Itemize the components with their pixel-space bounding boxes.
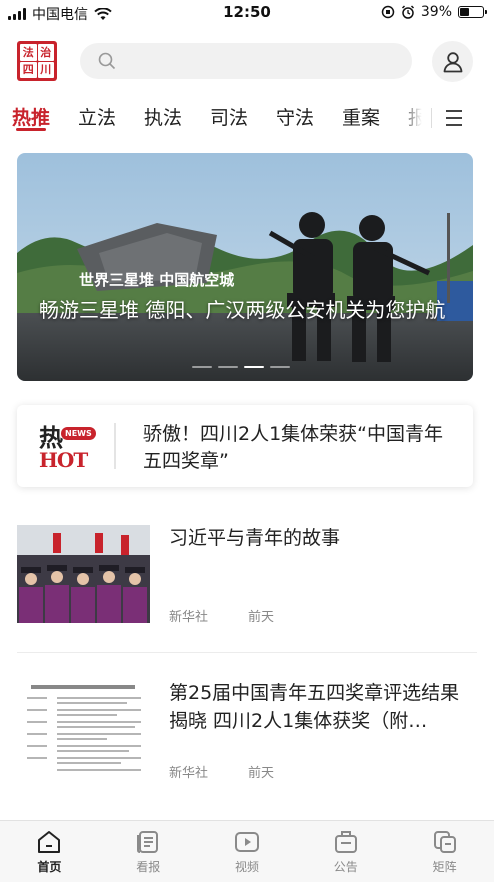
news-time: 前天 xyxy=(248,610,275,625)
hot-news-headline[interactable]: 骄傲！四川2人1集体荣获“中国青年五四奖章” xyxy=(143,421,453,475)
alarm-icon xyxy=(401,5,414,19)
search-icon xyxy=(98,52,116,70)
search-input[interactable] xyxy=(124,53,384,69)
nav-announcement[interactable]: 公告 xyxy=(296,821,395,882)
nav-label: 视频 xyxy=(234,860,259,874)
carousel-dot[interactable] xyxy=(270,366,290,368)
nav-video[interactable]: 视频 xyxy=(198,821,297,882)
profile-button[interactable] xyxy=(432,41,473,82)
news-meta: 新华社 前天 xyxy=(169,762,274,781)
banner-carousel[interactable]: 世界三星堆 中国航空城 畅游三星堆 德阳、广汉两级公安机关为您护航 xyxy=(17,153,473,381)
nav-label: 看报 xyxy=(136,860,161,874)
logo-char: 川 xyxy=(37,61,54,78)
banner-title[interactable]: 畅游三星堆 德阳、广汉两级公安机关为您护航 xyxy=(39,293,459,327)
news-list-item[interactable]: 习近平与青年的故事 新华社 前天 xyxy=(0,525,494,681)
nav-matrix[interactable]: 矩阵 xyxy=(395,821,494,882)
user-icon xyxy=(443,51,462,72)
feed[interactable]: 世界三星堆 中国航空城 畅游三星堆 德阳、广汉两级公安机关为您护航 热 NEWS… xyxy=(0,142,494,820)
logo-char: 治 xyxy=(37,44,54,61)
home-icon xyxy=(38,831,61,853)
matrix-icon xyxy=(433,831,456,853)
carousel-dot[interactable] xyxy=(218,366,238,368)
tab-major-cases[interactable]: 重案 xyxy=(342,103,380,130)
news-title[interactable]: 第25届中国青年五四奖章评选结果揭晓 四川2人1集体获奖（附… xyxy=(169,679,469,735)
logo-char: 四 xyxy=(20,61,37,78)
status-bar: 中国电信 12:50 39% xyxy=(0,0,494,26)
battery-icon xyxy=(458,6,487,18)
banner-sign: 世界三星堆 中国航空城 xyxy=(79,271,234,289)
hot-news-card[interactable]: 热 NEWS HOT 骄傲！四川2人1集体荣获“中国青年五四奖章” xyxy=(17,405,473,487)
news-time: 前天 xyxy=(248,766,275,781)
hot-news-logo: 热 NEWS HOT xyxy=(37,418,109,474)
video-icon xyxy=(234,832,259,852)
bottom-nav: 首页 看报 视频 公告 矩阵 xyxy=(0,820,494,882)
nav-label: 矩阵 xyxy=(432,860,457,874)
news-source: 新华社 xyxy=(169,766,209,781)
tab-hot[interactable]: 热推 xyxy=(12,103,50,130)
news-thumbnail xyxy=(17,681,150,779)
nav-home[interactable]: 首页 xyxy=(0,821,99,882)
logo-char: 法 xyxy=(20,44,37,61)
tab-law-abiding[interactable]: 守法 xyxy=(276,103,314,130)
category-tabs: 热推 立法 执法 司法 守法 重案 报 xyxy=(0,94,494,142)
announcement-icon xyxy=(334,831,357,853)
carousel-dot[interactable] xyxy=(192,366,212,368)
orientation-lock-icon xyxy=(381,5,395,19)
news-meta: 新华社 前天 xyxy=(169,606,274,625)
carousel-dot[interactable] xyxy=(244,366,264,368)
menu-icon[interactable] xyxy=(436,106,472,130)
nav-newspaper[interactable]: 看报 xyxy=(99,821,198,882)
nav-label: 首页 xyxy=(37,860,62,874)
battery-percent: 39% xyxy=(420,4,452,20)
banner-image: 世界三星堆 中国航空城 xyxy=(17,153,473,381)
active-tab-indicator xyxy=(16,128,46,131)
search-bar[interactable] xyxy=(80,43,412,79)
news-title[interactable]: 习近平与青年的故事 xyxy=(169,524,469,552)
news-source: 新华社 xyxy=(169,610,209,625)
nav-label: 公告 xyxy=(333,860,358,874)
app-header: 法 治 四 川 xyxy=(0,26,494,94)
newspaper-icon xyxy=(137,831,159,853)
carousel-indicator xyxy=(192,366,290,368)
tab-law-enforcement[interactable]: 执法 xyxy=(144,103,182,130)
tab-legislation[interactable]: 立法 xyxy=(78,103,116,130)
news-thumbnail xyxy=(17,525,150,623)
news-list-item[interactable]: 第25届中国青年五四奖章评选结果揭晓 四川2人1集体获奖（附… 新华社 前天 xyxy=(0,681,494,820)
tab-judiciary[interactable]: 司法 xyxy=(210,103,248,130)
app-logo[interactable]: 法 治 四 川 xyxy=(17,41,57,81)
